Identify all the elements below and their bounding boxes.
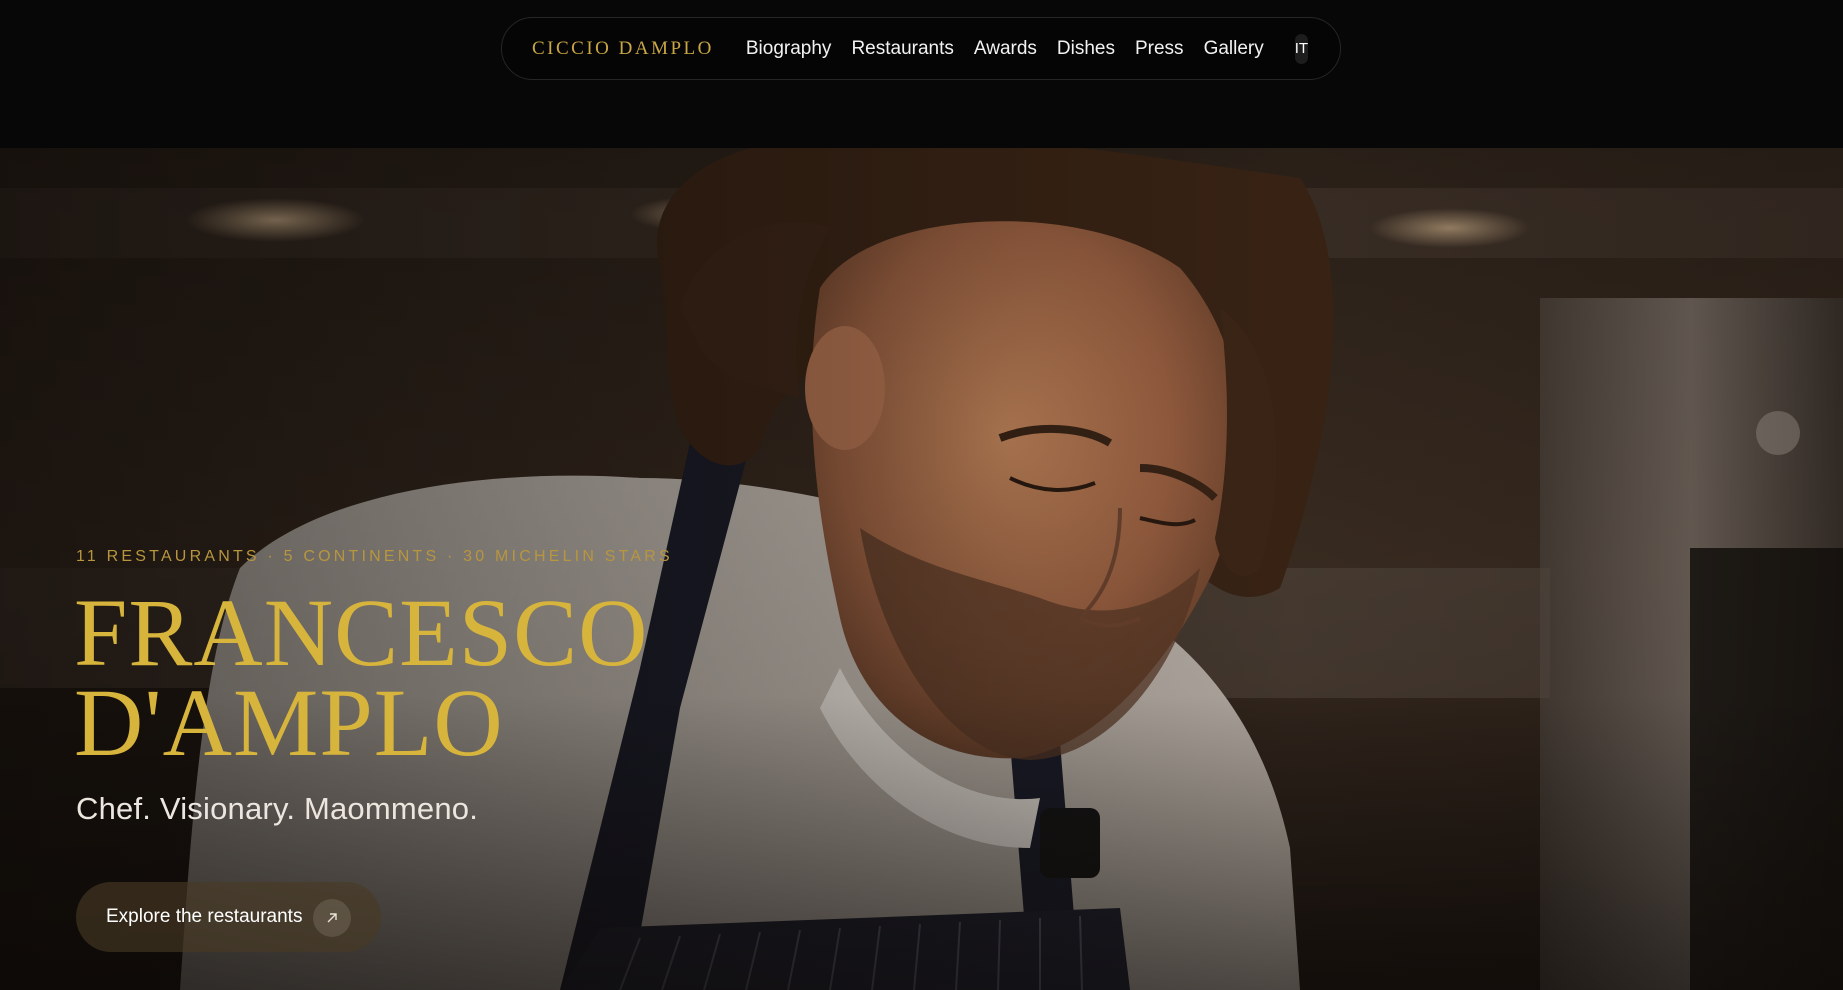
hero-overlay (0, 148, 1843, 990)
hero-subtitle: Chef. Visionary. Maommeno. (76, 791, 479, 826)
nav-link-awards[interactable]: Awards (974, 38, 1037, 60)
hero-title: FRANCESCO D'AMPLO (74, 579, 649, 776)
nav-links: Biography Restaurants Awards Dishes Pres… (746, 38, 1284, 60)
nav-link-dishes[interactable]: Dishes (1057, 38, 1115, 60)
cta-label: Explore the restaurants (106, 906, 303, 927)
hero-section: 11 RESTAURANTS · 5 CONTINENTS · 30 MICHE… (0, 148, 1843, 990)
main-nav: CICCIO DAMPLO Biography Restaurants Awar… (501, 17, 1341, 80)
arrow-up-right-icon (313, 899, 351, 937)
nav-link-gallery[interactable]: Gallery (1204, 38, 1264, 60)
brand-logo[interactable]: CICCIO DAMPLO (532, 38, 714, 60)
language-toggle-button[interactable]: IT (1294, 33, 1309, 64)
explore-restaurants-button[interactable]: Explore the restaurants (76, 882, 381, 952)
nav-link-press[interactable]: Press (1135, 38, 1184, 60)
hero-stats-kicker: 11 RESTAURANTS · 5 CONTINENTS · 30 MICHE… (76, 548, 673, 565)
hero-title-line-2: D'AMPLO (74, 669, 504, 776)
header: CICCIO DAMPLO Biography Restaurants Awar… (0, 0, 1843, 148)
nav-link-restaurants[interactable]: Restaurants (851, 38, 953, 60)
hero-title-line-1: FRANCESCO (74, 579, 649, 686)
nav-link-biography[interactable]: Biography (746, 38, 832, 60)
